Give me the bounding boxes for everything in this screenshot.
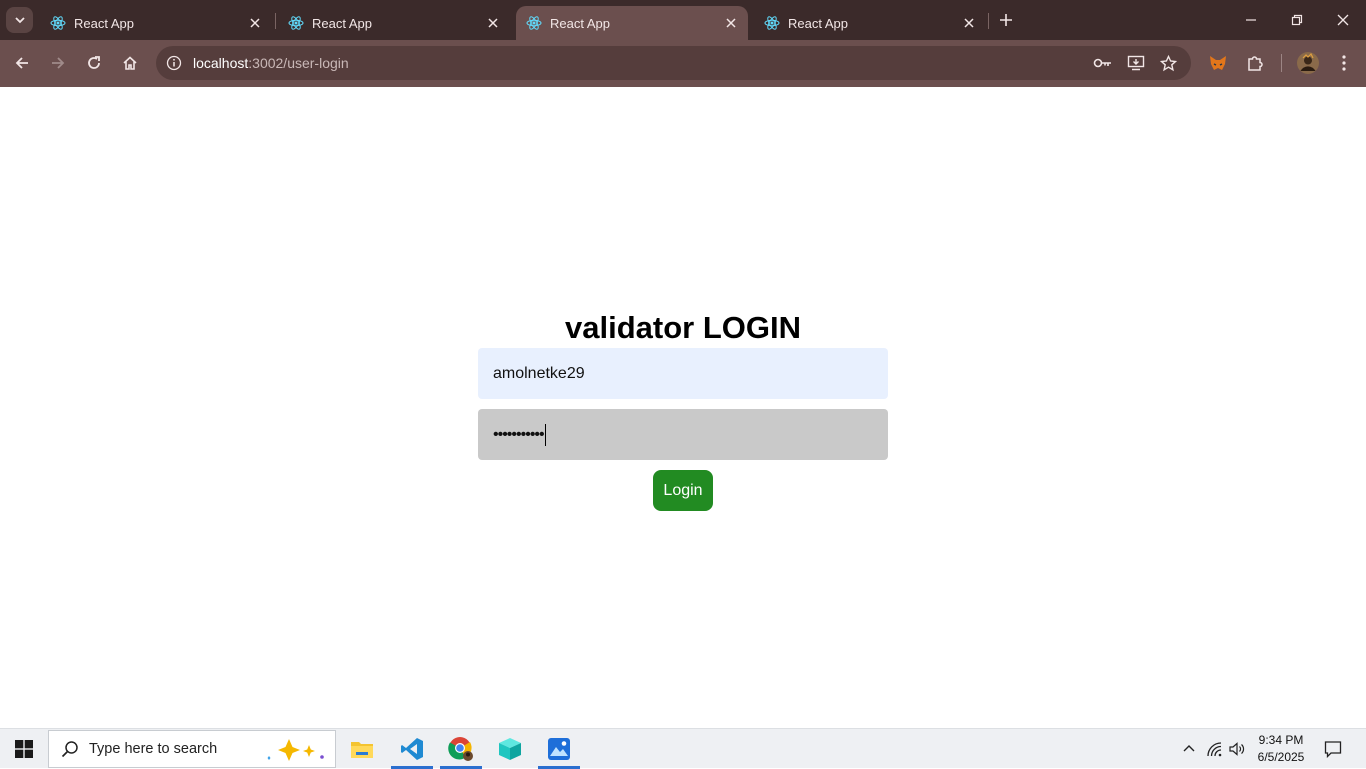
react-logo-icon	[764, 15, 780, 31]
clock-time: 9:34 PM	[1258, 733, 1304, 747]
star-icon[interactable]	[1158, 53, 1178, 73]
tab-title: React App	[550, 15, 610, 31]
extensions-button[interactable]	[1241, 49, 1269, 77]
notification-center-button[interactable]	[1322, 738, 1344, 760]
notification-icon	[1324, 741, 1342, 758]
browser-menu-button[interactable]	[1330, 49, 1358, 77]
tab-title: React App	[312, 15, 372, 31]
windows-taskbar: Type here to search 9:34 PM 6/5/2025	[0, 728, 1366, 769]
plus-icon	[1000, 14, 1012, 26]
browser-tab-2[interactable]: React App	[278, 6, 510, 40]
kebab-menu-icon	[1342, 55, 1346, 71]
tab-separator	[275, 13, 276, 29]
new-tab-button[interactable]	[994, 8, 1018, 32]
close-icon	[1337, 14, 1349, 26]
clock-date: 6/5/2025	[1257, 750, 1305, 764]
volume-icon[interactable]	[1227, 739, 1247, 759]
react-logo-icon	[526, 15, 542, 31]
site-info-icon[interactable]	[164, 53, 184, 73]
minimize-button[interactable]	[1236, 6, 1266, 34]
windows-logo-icon	[15, 740, 33, 758]
back-arrow-icon	[15, 57, 28, 69]
taskbar-3d-app[interactable]	[486, 729, 534, 769]
reload-icon	[88, 56, 100, 69]
page-title: validator LOGIN	[565, 310, 801, 345]
close-icon[interactable]	[246, 14, 264, 32]
home-button[interactable]	[116, 49, 144, 77]
login-button[interactable]: Login	[653, 470, 713, 511]
back-button[interactable]	[8, 49, 36, 77]
start-button[interactable]	[0, 729, 48, 769]
install-app-icon[interactable]	[1126, 53, 1146, 73]
page-content: validator LOGIN amolnetke29 ••••••••••• …	[0, 87, 1366, 728]
taskbar-clock[interactable]: 9:34 PM 6/5/2025	[1248, 732, 1314, 766]
forward-button[interactable]	[44, 49, 72, 77]
password-value: •••••••••••	[493, 425, 545, 443]
reload-button[interactable]	[80, 49, 108, 77]
url-text: localhost:3002/user-login	[193, 55, 349, 71]
taskbar-file-explorer[interactable]	[338, 729, 386, 769]
home-icon	[123, 56, 137, 70]
close-icon[interactable]	[722, 14, 740, 32]
browser-tab-3-active[interactable]: React App	[516, 6, 748, 40]
restore-icon	[1291, 14, 1303, 26]
tab-title: React App	[788, 15, 848, 31]
url-host: localhost	[193, 55, 249, 71]
close-window-button[interactable]	[1328, 6, 1358, 34]
taskbar-chrome[interactable]	[437, 729, 485, 769]
react-logo-icon	[288, 15, 304, 31]
tab-title: React App	[74, 15, 134, 31]
fox-extension-icon	[1210, 56, 1226, 70]
username-value: amolnetke29	[493, 364, 585, 382]
url-path: :3002/user-login	[248, 55, 349, 71]
restore-button[interactable]	[1282, 6, 1312, 34]
profile-button[interactable]	[1294, 49, 1322, 77]
3d-box-app-icon	[499, 738, 521, 760]
chrome-icon	[448, 737, 473, 761]
taskbar-photos[interactable]	[535, 729, 583, 769]
browser-tab-strip: React App React App React App React App	[0, 0, 1366, 40]
wifi-icon[interactable]	[1204, 739, 1224, 759]
photos-icon	[548, 738, 570, 760]
chevron-down-icon	[14, 17, 25, 24]
tab-search-button[interactable]	[6, 7, 33, 33]
browser-toolbar: localhost:3002/user-login	[0, 40, 1366, 87]
minimize-icon	[1246, 19, 1256, 21]
browser-tab-1[interactable]: React App	[40, 6, 272, 40]
react-logo-icon	[50, 15, 66, 31]
metamask-extension-button[interactable]	[1204, 49, 1232, 77]
vscode-icon	[401, 738, 423, 760]
browser-tab-4[interactable]: React App	[754, 6, 986, 40]
sparkle-icon	[267, 739, 324, 761]
search-icon	[61, 740, 79, 758]
text-caret	[544, 423, 546, 446]
search-placeholder: Type here to search	[89, 741, 218, 757]
toolbar-divider	[1281, 54, 1282, 72]
file-explorer-icon	[351, 742, 373, 758]
avatar	[1297, 52, 1319, 74]
close-icon[interactable]	[960, 14, 978, 32]
taskbar-search-box[interactable]: Type here to search	[48, 730, 336, 768]
tab-separator	[988, 13, 989, 29]
key-icon[interactable]	[1093, 53, 1113, 73]
puzzle-icon	[1248, 56, 1263, 71]
username-input[interactable]: amolnetke29	[478, 348, 888, 399]
taskbar-vscode[interactable]	[388, 729, 436, 769]
show-hidden-icons-chevron-up-icon[interactable]	[1179, 739, 1199, 759]
address-bar[interactable]: localhost:3002/user-login	[156, 46, 1191, 80]
close-icon[interactable]	[484, 14, 502, 32]
password-input[interactable]: •••••••••••	[478, 409, 888, 460]
forward-arrow-icon	[52, 57, 65, 69]
